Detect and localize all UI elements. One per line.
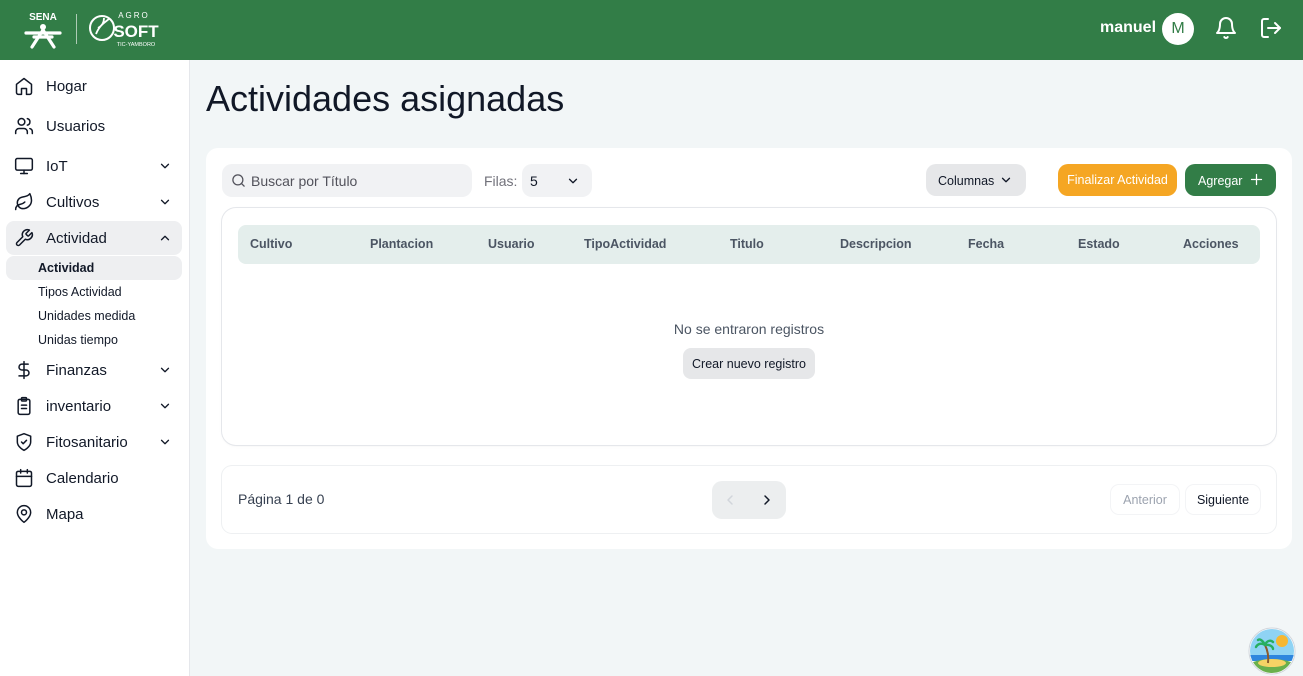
wrench-icon [15, 228, 34, 247]
sidebar-item-mapa[interactable]: Mapa [6, 497, 182, 531]
table-header: Cultivo Plantacion Usuario TipoActividad… [238, 225, 1260, 264]
logo-divider [76, 14, 77, 44]
sidebar-item-label: Finanzas [46, 362, 107, 379]
finish-activity-button[interactable]: Finalizar Actividad [1058, 164, 1177, 196]
page-title: Actividades asignadas [206, 78, 565, 119]
user-name: manuel [1100, 19, 1157, 36]
sidebar-item-fitosanitario[interactable]: Fitosanitario [6, 425, 182, 459]
users-icon [14, 117, 34, 135]
calendar-icon [15, 468, 33, 488]
sidebar-item-usuarios[interactable]: Usuarios [6, 109, 182, 143]
column-header-cultivo[interactable]: Cultivo [250, 237, 292, 251]
sidebar-item-label: IoT [46, 158, 68, 175]
previous-page-button[interactable]: Anterior [1111, 485, 1179, 514]
column-header-fecha[interactable]: Fecha [968, 237, 1004, 251]
chevron-down-icon [160, 199, 170, 205]
sidebar-item-finanzas[interactable]: Finanzas [6, 353, 182, 387]
sidebar-item-label: Fitosanitario [46, 434, 128, 451]
shield-icon [16, 432, 32, 452]
sidebar-item-label: Calendario [46, 470, 119, 487]
svg-text:TIC-YAMBORO: TIC-YAMBORO [117, 42, 156, 48]
column-header-estado[interactable]: Estado [1078, 237, 1120, 251]
agrosoft-logo: AGRO SOFT TIC-YAMBORO [89, 11, 159, 48]
column-header-descripcion[interactable]: Descripcion [840, 237, 912, 251]
sidebar-item-hogar[interactable]: Hogar [6, 69, 182, 103]
plus-icon [1250, 173, 1263, 186]
column-header-tipoactividad[interactable]: TipoActividad [584, 237, 666, 251]
next-page-button[interactable]: Siguiente [1186, 485, 1260, 514]
monitor-icon [14, 157, 34, 175]
sidebar-subitem-unidades-medida[interactable]: Unidades medida [6, 304, 182, 328]
create-record-button[interactable]: Crear nuevo registro [683, 348, 815, 379]
sidebar-subitem-actividad[interactable]: Actividad [6, 256, 182, 280]
column-header-usuario[interactable]: Usuario [488, 237, 535, 251]
sidebar-subitem-tipos-actividad[interactable]: Tipos Actividad [6, 280, 182, 304]
sidebar-item-inventario[interactable]: inventario [6, 389, 182, 423]
svg-text:AGRO: AGRO [118, 11, 150, 20]
dollar-icon [18, 360, 30, 380]
map-pin-icon [16, 504, 32, 524]
column-header-plantacion[interactable]: Plantacion [370, 237, 433, 251]
avatar[interactable]: M [1162, 13, 1194, 45]
sidebar-item-label: Hogar [46, 78, 87, 95]
chevron-right-icon[interactable] [759, 492, 775, 508]
columns-button[interactable]: Columnas [926, 164, 1026, 196]
chevron-down-icon [160, 367, 170, 373]
rows-label: Filas: [484, 173, 518, 189]
add-button-label: Agregar [1198, 174, 1243, 188]
leaf-icon [14, 192, 33, 211]
clipboard-icon [17, 396, 31, 416]
rows-per-page-select[interactable]: 5 [522, 164, 592, 197]
chevron-down-icon [160, 163, 170, 169]
sena-logo: SENA [24, 12, 62, 49]
top-bar: SENA AGRO SOFT TIC-YAMBORO manuel M [0, 0, 1303, 60]
chevron-left-icon[interactable] [722, 492, 738, 508]
add-button[interactable]: Agregar [1185, 164, 1276, 196]
rows-value: 5 [530, 173, 538, 189]
home-icon [15, 77, 33, 96]
chevron-down-icon [160, 439, 170, 445]
column-header-acciones: Acciones [1183, 237, 1239, 251]
chevron-down-icon [160, 403, 170, 409]
svg-text:SENA: SENA [29, 12, 57, 23]
sidebar-item-label: Actividad [46, 230, 107, 247]
sidebar-item-label: Cultivos [46, 194, 100, 211]
sidebar-item-cultivos[interactable]: Cultivos [6, 185, 182, 219]
chevron-down-icon [1001, 177, 1011, 183]
column-header-titulo[interactable]: Titulo [730, 237, 764, 251]
chevron-down-icon [568, 178, 578, 184]
chevron-up-icon [160, 235, 170, 241]
sidebar-item-iot[interactable]: IoT [6, 149, 182, 183]
bell-icon[interactable] [1214, 16, 1238, 40]
search-input[interactable] [251, 164, 466, 197]
sidebar: Hogar Usuarios IoT Cultivos Actividad Ac… [0, 60, 190, 676]
sidebar-item-label: Mapa [46, 506, 84, 523]
columns-button-label: Columnas [938, 174, 995, 188]
sidebar-item-label: Usuarios [46, 118, 106, 135]
empty-table-message: No se entraron registros [673, 321, 825, 337]
logout-icon[interactable] [1259, 16, 1283, 40]
search-icon [232, 174, 245, 187]
beach-widget-icon[interactable] [1248, 627, 1296, 675]
sidebar-item-label: inventario [46, 398, 112, 415]
sidebar-subitem-unidades-tiempo[interactable]: Unidas tiempo [6, 328, 182, 352]
page-info: Página 1 de 0 [238, 491, 325, 507]
search-box[interactable] [222, 164, 472, 197]
svg-text:SOFT: SOFT [113, 22, 159, 41]
sidebar-item-calendario[interactable]: Calendario [6, 461, 182, 495]
sidebar-item-actividad[interactable]: Actividad [6, 221, 182, 255]
